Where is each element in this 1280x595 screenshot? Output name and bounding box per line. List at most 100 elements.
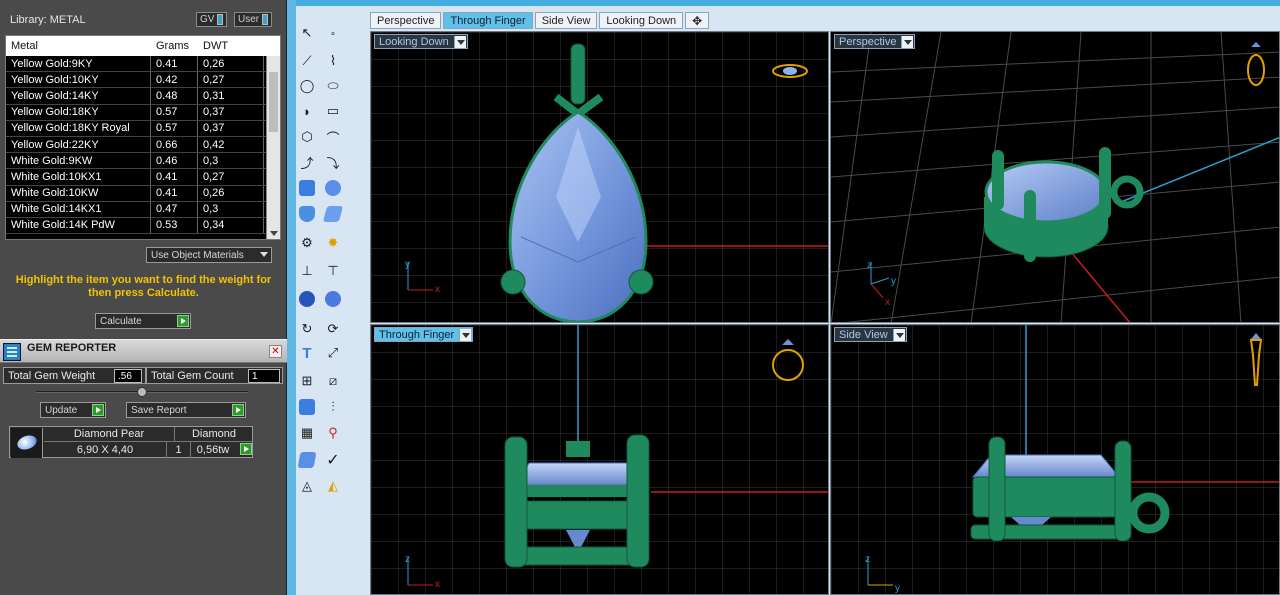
scale-icon[interactable]: ⤢ (322, 342, 344, 364)
viewport-label-side-view[interactable]: Side View (834, 327, 907, 342)
dwt-cell: 0,34 (198, 217, 264, 234)
dwt-cell: 0,42 (198, 136, 264, 153)
update-button[interactable]: Update (40, 402, 106, 418)
user-toggle[interactable]: User (234, 12, 273, 27)
add-view-icon[interactable]: ✥ (685, 12, 710, 29)
total-gem-weight-value: .56 (114, 369, 142, 383)
move-icon[interactable]: ⊥ (296, 260, 318, 282)
dwt-cell: 0,37 (198, 120, 264, 136)
table-row[interactable]: Yellow Gold:18KY 0.57 0,37 (6, 104, 280, 121)
calculate-hint: Highlight the item you want to find the … (15, 274, 272, 299)
tab-through-finger[interactable]: Through Finger (443, 12, 533, 29)
check-icon[interactable]: ✓ (322, 449, 344, 471)
arc-icon[interactable]: ◗ (296, 100, 318, 122)
gem-slider-knob[interactable] (137, 387, 147, 397)
scroll-down-icon[interactable] (270, 231, 278, 236)
cube-icon[interactable] (296, 396, 318, 418)
col-grams[interactable]: Grams (151, 40, 198, 52)
table-row[interactable]: Yellow Gold:9KY 0.41 0,26 (6, 56, 280, 73)
table-row[interactable]: Yellow Gold:10KY 0.42 0,27 (6, 72, 280, 89)
table-row[interactable]: Yellow Gold:18KY Royal 0.57 0,37 (6, 120, 280, 137)
table-row[interactable]: Yellow Gold:22KY 0.66 0,42 (6, 136, 280, 154)
use-object-materials-dropdown[interactable]: Use Object Materials (146, 247, 272, 263)
chevron-down-icon[interactable] (459, 328, 472, 341)
gem-size: 6,90 X 4,40 (44, 442, 167, 458)
viewport-perspective[interactable]: z y x Perspective (830, 31, 1280, 323)
table-row[interactable]: White Gold:14K PdW 0.53 0,34 (6, 217, 280, 235)
gem-go-button[interactable] (237, 443, 252, 457)
render-icon[interactable]: ◭ (322, 475, 344, 497)
text-icon[interactable]: T (296, 342, 318, 364)
chevron-down-icon[interactable] (892, 328, 905, 341)
chevron-down-icon[interactable] (901, 35, 914, 48)
grid-array-icon[interactable]: ▦ (296, 422, 318, 444)
gem-list-item[interactable]: Diamond Pear Diamond 6,90 X 4,40 1 0,56t… (9, 426, 253, 458)
svg-text:x: x (435, 579, 440, 590)
metal-table-scrollbar[interactable] (266, 56, 280, 239)
boolean-diff-icon[interactable] (322, 288, 344, 310)
viewport-through-finger[interactable]: z x Through Finger (370, 324, 829, 595)
calculate-button[interactable]: Calculate (95, 313, 191, 329)
spheres-icon[interactable] (322, 177, 344, 199)
cutter-icon[interactable]: ◬ (296, 475, 318, 497)
close-icon[interactable]: ✕ (269, 345, 282, 358)
col-metal[interactable]: Metal (6, 40, 151, 52)
blend-curve-icon[interactable]: ⤵ (322, 151, 344, 173)
side-view-scene: z y (831, 325, 1279, 594)
ellipse-icon[interactable]: ⬭ (322, 75, 344, 97)
gem-material: Diamond (175, 427, 253, 442)
grams-cell: 0.46 (151, 153, 198, 169)
rectangle-icon[interactable]: ▭ (322, 100, 344, 122)
save-report-button[interactable]: Save Report (126, 402, 246, 418)
curve-points-icon[interactable]: ⌇ (322, 50, 344, 72)
box-icon[interactable] (296, 177, 318, 199)
chevron-down-icon[interactable] (453, 35, 466, 48)
tab-side-view[interactable]: Side View (534, 12, 598, 29)
cylinder-icon[interactable] (296, 203, 318, 225)
curve-edit-icon[interactable]: ⤴ (296, 151, 318, 173)
polyline-icon[interactable]: ⟋ (296, 50, 318, 72)
point-icon[interactable]: ∘ (322, 22, 344, 44)
polygon-icon[interactable]: ⬡ (296, 126, 318, 148)
table-row[interactable]: White Gold:10KX1 0.41 0,27 (6, 169, 280, 186)
play-icon (232, 404, 244, 416)
panel-separator[interactable] (287, 0, 296, 595)
table-row[interactable]: White Gold:10KW 0.41 0,26 (6, 185, 280, 202)
pave-icon[interactable]: ⫶ (322, 396, 344, 418)
array-icon[interactable]: ⊞ (296, 370, 318, 392)
svg-text:z: z (867, 260, 872, 271)
rotate-3d-icon[interactable]: ⟳ (322, 318, 344, 340)
update-label: Update (45, 404, 78, 416)
table-row[interactable]: White Gold:14KX1 0.47 0,3 (6, 201, 280, 218)
scroll-thumb[interactable] (269, 72, 278, 132)
viewport-label-through-finger[interactable]: Through Finger (374, 327, 474, 342)
mirror-icon[interactable]: ⧄ (322, 370, 344, 392)
boolean-union-icon[interactable] (296, 288, 318, 310)
rotate-icon[interactable]: ↻ (296, 318, 318, 340)
circle-icon[interactable]: ◯ (296, 75, 318, 97)
prong-icon[interactable]: ⚲ (322, 422, 344, 444)
viewport-label-looking-down[interactable]: Looking Down (374, 34, 468, 49)
metal-name-cell: White Gold:9KW (6, 153, 151, 169)
gv-toggle[interactable]: GV (196, 12, 228, 27)
tab-looking-down[interactable]: Looking Down (599, 12, 684, 29)
table-row[interactable]: Yellow Gold:14KY 0.48 0,31 (6, 88, 280, 105)
gear-icon[interactable]: ⚙ (296, 232, 318, 254)
align-icon[interactable]: ⊤ (322, 260, 344, 282)
viewport-label-perspective[interactable]: Perspective (834, 34, 916, 49)
table-row[interactable]: White Gold:9KW 0.46 0,3 (6, 153, 280, 170)
select-arrow-icon[interactable]: ↖ (296, 22, 318, 44)
col-dwt[interactable]: DWT (198, 40, 264, 52)
play-icon (240, 443, 252, 455)
viewport-side-view[interactable]: z y Side View (830, 324, 1280, 595)
explode-icon[interactable]: ✸ (322, 232, 344, 254)
metal-name-cell: Yellow Gold:9KY (6, 56, 151, 72)
flow-icon[interactable] (296, 449, 318, 471)
metal-table-body: Yellow Gold:9KY 0.41 0,26 Yellow Gold:10KY 0… (6, 56, 280, 235)
tab-perspective[interactable]: Perspective (370, 12, 442, 29)
fillet-icon[interactable]: ⌒ (322, 126, 344, 148)
dwt-cell: 0,27 (198, 72, 264, 88)
surface-icon[interactable] (322, 203, 344, 225)
metal-table[interactable]: Metal Grams DWT Yellow Gold:9KY 0.41 0,26 Y… (5, 35, 281, 240)
viewport-looking-down[interactable]: y x Looking Down (370, 31, 829, 323)
